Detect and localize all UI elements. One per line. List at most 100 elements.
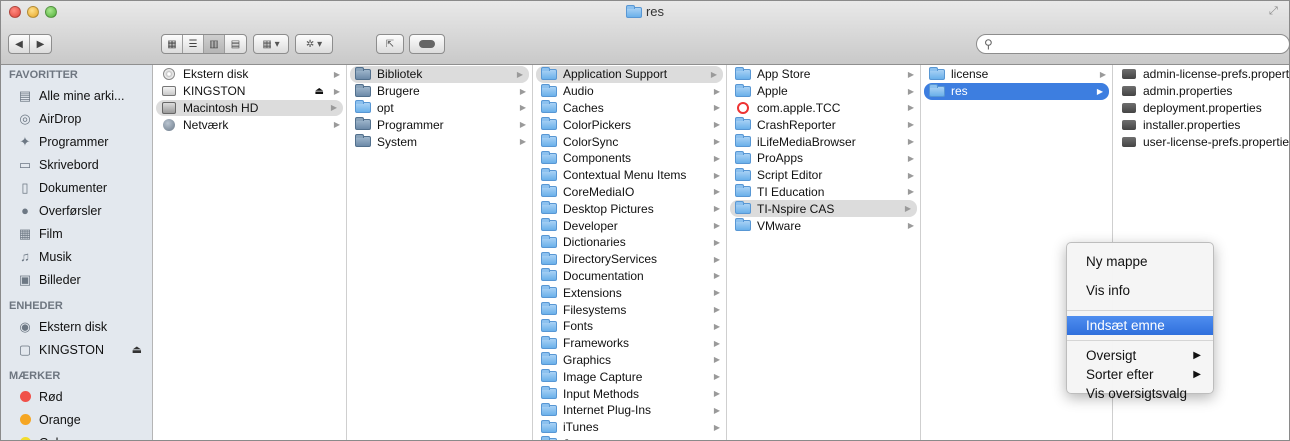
folder-icon [541, 285, 557, 299]
eject-icon[interactable]: ⏏ [315, 86, 324, 97]
sidebar-item-airdrop[interactable]: ◎ AirDrop [1, 107, 152, 130]
sidebar-item-orange[interactable]: Orange [1, 408, 152, 431]
sidebar-item-rød[interactable]: Rød [1, 385, 152, 408]
column-item-label: DirectoryServices [563, 252, 658, 267]
column-item-vmware[interactable]: VMware ▶ [727, 217, 920, 234]
icon-view-icon[interactable]: ▦ [162, 35, 183, 53]
column-item-directoryservices[interactable]: DirectoryServices ▶ [533, 251, 726, 268]
eject-icon[interactable]: ⏏ [132, 343, 142, 356]
column-item-opt[interactable]: opt ▶ [347, 100, 532, 117]
menu-item-vis-oversigtsvalg[interactable]: Vis oversigtsvalg [1067, 384, 1213, 403]
column-item-application-support[interactable]: Application Support ▶ [536, 66, 723, 83]
column-item-components[interactable]: Components ▶ [533, 150, 726, 167]
sidebar-item-label: Overførsler [39, 203, 102, 218]
column-item-label: ProApps [757, 151, 804, 166]
column-item-system[interactable]: System ▶ [347, 133, 532, 150]
column-item-fonts[interactable]: Fonts ▶ [533, 318, 726, 335]
column-item-proapps[interactable]: ProApps ▶ [727, 150, 920, 167]
column-item-res[interactable]: res ▶ [924, 82, 1109, 100]
disclosure-arrow-icon: ▶ [907, 120, 914, 130]
search-field[interactable]: ⚲ [976, 34, 1289, 54]
column-view-icon[interactable]: ▥ [204, 35, 225, 53]
column-item-frameworks[interactable]: Frameworks ▶ [533, 335, 726, 352]
forward-button[interactable]: ▶ [30, 35, 51, 53]
sidebar-item-billeder[interactable]: ▣ Billeder [1, 268, 152, 291]
column-item-filesystems[interactable]: Filesystems ▶ [533, 301, 726, 318]
column-item-script-editor[interactable]: Script Editor ▶ [727, 167, 920, 184]
column-item-admin-properties[interactable]: admin.properties [1113, 83, 1289, 100]
menu-item-sorter-efter[interactable]: Sorter efter ▶ [1067, 365, 1213, 384]
column-item-deployment-properties[interactable]: deployment.properties [1113, 100, 1289, 117]
folder-icon [355, 100, 371, 114]
column-item-crashreporter[interactable]: CrashReporter ▶ [727, 116, 920, 133]
sidebar-item-musik[interactable]: ♫ Musik [1, 245, 152, 268]
column-item-apple[interactable]: Apple ▶ [727, 83, 920, 100]
column-item-dictionaries[interactable]: Dictionaries ▶ [533, 234, 726, 251]
column-item-input-methods[interactable]: Input Methods ▶ [533, 385, 726, 402]
column-item-app-store[interactable]: App Store ▶ [727, 66, 920, 83]
column-item-itunes[interactable]: iTunes ▶ [533, 419, 726, 436]
menu-item-ny-mappe[interactable]: Ny mappe [1067, 247, 1213, 276]
back-button[interactable]: ◀ [9, 35, 30, 53]
column-item-colorsync[interactable]: ColorSync ▶ [533, 133, 726, 150]
menu-item-oversigt[interactable]: Oversigt ▶ [1067, 346, 1213, 365]
column-item-internet-plug-ins[interactable]: Internet Plug-Ins ▶ [533, 402, 726, 419]
properties-file-icon [1121, 136, 1137, 148]
tag-color-icon [17, 435, 33, 440]
column-item-brugere[interactable]: Brugere ▶ [347, 83, 532, 100]
sidebar-item-programmer[interactable]: ✦ Programmer [1, 130, 152, 153]
column-item-ekstern-disk[interactable]: Ekstern disk ▶ [153, 66, 346, 83]
action-button[interactable]: ✲ ▾ [295, 34, 333, 54]
column-item-image-capture[interactable]: Image Capture ▶ [533, 368, 726, 385]
column-item-graphics[interactable]: Graphics ▶ [533, 352, 726, 369]
sidebar-item-label: Skrivebord [39, 157, 99, 172]
column-item-netværk[interactable]: Netværk ▶ [153, 116, 346, 133]
column-item-ilifemediabrowser[interactable]: iLifeMediaBrowser ▶ [727, 133, 920, 150]
column-item-coremediaio[interactable]: CoreMediaIO ▶ [533, 184, 726, 201]
menu-item-vis-info[interactable]: Vis info [1067, 276, 1213, 305]
sidebar-item-kingston[interactable]: ▢ KINGSTON ⏏ [1, 338, 152, 361]
sidebar-item-dokumenter[interactable]: ▯ Dokumenter [1, 176, 152, 199]
column-item-ti-nspire-cas[interactable]: TI-Nspire CAS ▶ [730, 200, 917, 218]
column-item-programmer[interactable]: Programmer ▶ [347, 116, 532, 133]
column-item-developer[interactable]: Developer ▶ [533, 217, 726, 234]
column-item-desktop-pictures[interactable]: Desktop Pictures ▶ [533, 200, 726, 217]
list-view-icon[interactable]: ☰ [183, 35, 204, 53]
sidebar-item-skrivebord[interactable]: ▭ Skrivebord [1, 153, 152, 176]
column-item-macintosh-hd[interactable]: Macintosh HD ▶ [156, 99, 343, 117]
column-item-com-apple-tcc[interactable]: com.apple.TCC ▶ [727, 100, 920, 117]
column-item-label: iTunes [563, 420, 599, 435]
sidebar-item-ekstern-disk[interactable]: ◉ Ekstern disk [1, 315, 152, 338]
disclosure-arrow-icon: ▶ [333, 120, 340, 130]
sidebar-item-alle-mine-arki[interactable]: ▤ Alle mine arki... [1, 84, 152, 107]
folder-icon [625, 5, 642, 18]
sidebar-item-film[interactable]: ▦ Film [1, 222, 152, 245]
column-item-caches[interactable]: Caches ▶ [533, 100, 726, 117]
column-item-audio[interactable]: Audio ▶ [533, 83, 726, 100]
coverflow-view-icon[interactable]: ▤ [225, 35, 246, 53]
tags-button[interactable] [409, 34, 445, 54]
arrange-button[interactable]: ▦ ▾ [253, 34, 289, 54]
column-item-ti-education[interactable]: TI Education ▶ [727, 184, 920, 201]
column-item-extensions[interactable]: Extensions ▶ [533, 284, 726, 301]
fullscreen-icon[interactable]: ⤢ [1269, 5, 1281, 17]
menu-item-indsæt-emne[interactable]: Indsæt emne [1067, 316, 1213, 335]
sidebar-item-gul[interactable]: Gul [1, 431, 152, 440]
sidebar-item-overførsler[interactable]: ● Overførsler [1, 199, 152, 222]
column-item-kingston[interactable]: KINGSTON ⏏ ▶ [153, 83, 346, 100]
share-button[interactable]: ⇱ [376, 34, 404, 54]
column-item-bibliotek[interactable]: Bibliotek ▶ [350, 66, 529, 83]
submenu-arrow-icon: ▶ [1193, 350, 1201, 361]
column-item-label: Contextual Menu Items [563, 168, 687, 183]
column-item-colorpickers[interactable]: ColorPickers ▶ [533, 116, 726, 133]
column-item-documentation[interactable]: Documentation ▶ [533, 268, 726, 285]
column-item-admin-license-prefs-properties[interactable]: admin-license-prefs.properties [1113, 66, 1289, 83]
desktop-icon: ▭ [18, 156, 32, 172]
search-icon: ⚲ [984, 37, 993, 51]
folder-icon [541, 335, 557, 349]
column-item-java[interactable]: Java▶ [533, 436, 726, 440]
column-item-contextual-menu-items[interactable]: Contextual Menu Items ▶ [533, 167, 726, 184]
column-item-license[interactable]: license ▶ [921, 66, 1112, 83]
column-item-installer-properties[interactable]: installer.properties [1113, 116, 1289, 133]
column-item-user-license-prefs-properties[interactable]: user-license-prefs.properties [1113, 133, 1289, 150]
